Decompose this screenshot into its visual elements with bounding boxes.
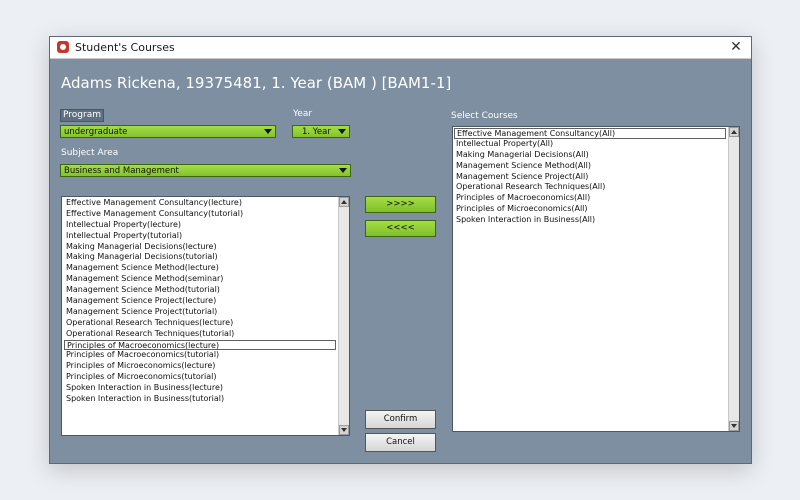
- list-item[interactable]: Principles of Macroeconomics(tutorial): [64, 350, 336, 361]
- list-item[interactable]: Management Science Project(All): [454, 172, 726, 183]
- chevron-down-icon[interactable]: [336, 127, 348, 136]
- close-button[interactable]: ✕: [721, 37, 751, 58]
- list-item[interactable]: Spoken Interaction in Business(tutorial): [64, 394, 336, 405]
- list-item[interactable]: Management Science Method(All): [454, 161, 726, 172]
- list-item[interactable]: Effective Management Consultancy(tutoria…: [64, 209, 336, 220]
- list-item[interactable]: Intellectual Property(tutorial): [64, 231, 336, 242]
- list-item[interactable]: Principles of Microeconomics(lecture): [64, 361, 336, 372]
- available-courses-list[interactable]: Effective Management Consultancy(lecture…: [61, 196, 350, 436]
- chevron-down-icon[interactable]: [337, 166, 349, 175]
- year-label: Year: [293, 109, 313, 119]
- list-item[interactable]: Effective Management Consultancy(lecture…: [64, 198, 336, 209]
- students-courses-dialog: Student's Courses ✕ Adams Rickena, 19375…: [49, 36, 752, 464]
- list-item[interactable]: Principles of Microeconomics(All): [454, 204, 726, 215]
- program-label: Program: [60, 109, 104, 122]
- list-item[interactable]: Principles of Microeconomics(tutorial): [64, 372, 336, 383]
- app-icon: [57, 41, 69, 53]
- list-item[interactable]: Management Science Method(tutorial): [64, 285, 336, 296]
- list-item[interactable]: Operational Research Techniques(All): [454, 182, 726, 193]
- list-item[interactable]: Management Science Project(lecture): [64, 296, 336, 307]
- list-item[interactable]: Effective Management Consultancy(All): [454, 128, 726, 139]
- selected-scrollbar[interactable]: [728, 127, 739, 431]
- list-item[interactable]: Principles of Macroeconomics(All): [454, 193, 726, 204]
- list-item[interactable]: Management Science Method(seminar): [64, 274, 336, 285]
- title-bar[interactable]: Student's Courses ✕: [50, 37, 751, 59]
- window-title: Student's Courses: [75, 41, 175, 54]
- cancel-button[interactable]: Cancel: [365, 433, 436, 452]
- list-item[interactable]: Making Managerial Decisions(lecture): [64, 242, 336, 253]
- list-item[interactable]: Management Science Method(lecture): [64, 263, 336, 274]
- list-item[interactable]: Spoken Interaction in Business(All): [454, 215, 726, 226]
- list-item[interactable]: Operational Research Techniques(lecture): [64, 318, 336, 329]
- scroll-up-icon[interactable]: [339, 197, 349, 207]
- subject-area-dropdown[interactable]: Business and Management: [60, 164, 351, 177]
- year-dropdown[interactable]: 1. Year: [292, 125, 350, 138]
- available-courses-items: Effective Management Consultancy(lecture…: [64, 198, 336, 405]
- selected-courses-items: Effective Management Consultancy(All) Int…: [454, 128, 726, 226]
- select-courses-label: Select Courses: [451, 111, 518, 121]
- selected-courses-list[interactable]: Effective Management Consultancy(All) Int…: [452, 126, 740, 432]
- add-course-button[interactable]: >>>>: [365, 196, 436, 213]
- program-value: undergraduate: [64, 127, 128, 137]
- subject-area-value: Business and Management: [64, 166, 179, 176]
- list-item[interactable]: Management Science Project(tutorial): [64, 307, 336, 318]
- list-item[interactable]: Principles of Macroeconomics(lecture): [64, 339, 336, 351]
- chevron-down-icon[interactable]: [262, 127, 274, 136]
- list-item[interactable]: Operational Research Techniques(tutorial…: [64, 329, 336, 340]
- confirm-button[interactable]: Confirm: [365, 410, 436, 429]
- list-item[interactable]: Making Managerial Decisions(All): [454, 150, 726, 161]
- program-dropdown[interactable]: undergraduate: [60, 125, 276, 138]
- scroll-up-icon[interactable]: [729, 127, 739, 137]
- list-item[interactable]: Spoken Interaction in Business(lecture): [64, 383, 336, 394]
- list-item[interactable]: Intellectual Property(All): [454, 139, 726, 150]
- student-header: Adams Rickena, 19375481, 1. Year (BAM ) …: [61, 74, 452, 92]
- year-value: 1. Year: [302, 127, 331, 137]
- list-item[interactable]: Making Managerial Decisions(tutorial): [64, 252, 336, 263]
- scroll-down-icon[interactable]: [339, 425, 349, 435]
- scroll-down-icon[interactable]: [729, 421, 739, 431]
- available-scrollbar[interactable]: [338, 197, 349, 435]
- subject-area-label: Subject Area: [61, 148, 119, 158]
- remove-course-button[interactable]: <<<<: [365, 220, 436, 237]
- list-item[interactable]: Intellectual Property(lecture): [64, 220, 336, 231]
